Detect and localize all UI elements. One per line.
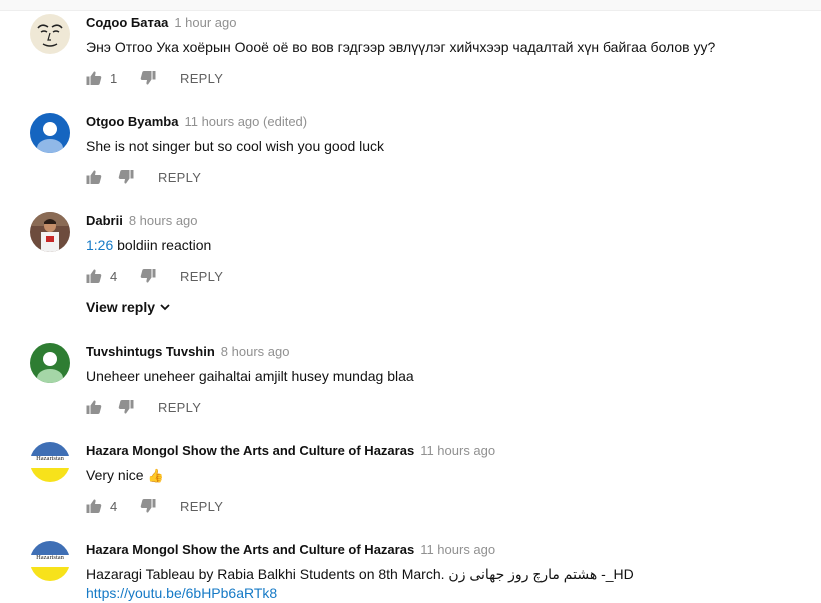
comment-text-body: boldiin reaction: [113, 237, 212, 253]
timestamp-link[interactable]: 1:26: [86, 237, 113, 253]
thumbs-down-icon[interactable]: [118, 399, 134, 415]
thumbs-up-icon[interactable]: [86, 70, 102, 86]
comment-time[interactable]: 11 hours ago: [420, 542, 495, 557]
thumbs-up-icon[interactable]: [86, 169, 102, 185]
reply-button[interactable]: REPLY: [180, 499, 223, 514]
comment-text-body: Very nice: [86, 467, 148, 483]
comment-text: Энэ Отгоо Ука хоёрын Оооё оё во вов гэдг…: [86, 39, 716, 55]
comment-text: Hazaragi Tableau by Rabia Balkhi Student…: [86, 566, 634, 582]
view-reply-button[interactable]: View reply: [86, 299, 171, 315]
view-reply-label: View reply: [86, 299, 156, 315]
comment-time[interactable]: 11 hours ago: [420, 443, 495, 458]
thumbs-down-icon[interactable]: [140, 498, 156, 514]
edited-label: (edited): [263, 114, 308, 129]
comment-author[interactable]: Содоо Батаа: [86, 15, 168, 30]
comment-time[interactable]: 1 hour ago: [174, 15, 236, 30]
comment-author[interactable]: Hazara Mongol Show the Arts and Culture …: [86, 542, 414, 557]
thumbs-down-icon[interactable]: [118, 169, 134, 185]
comment-text: She is not singer but so cool wish you g…: [86, 138, 385, 154]
thumbs-down-icon[interactable]: [140, 70, 156, 86]
comment-thread: Otgoo Byamba 11 hours ago (edited) She is…: [0, 109, 821, 208]
thumbs-down-icon[interactable]: [140, 268, 156, 284]
comment-author[interactable]: Dabrii: [86, 213, 123, 228]
reply-button[interactable]: REPLY: [180, 269, 223, 284]
comment-author[interactable]: Otgoo Byamba: [86, 114, 178, 129]
comment-thread: Hazaristan Hazara Mongol Show the Arts a…: [0, 438, 821, 537]
comment-actions: 1 REPLY: [86, 68, 223, 88]
comment-thread: Содоо Батаа 1 hour ago Энэ Отгоо Ука хоёр…: [0, 10, 821, 109]
thumbs-up-icon[interactable]: [86, 399, 102, 415]
reply-button[interactable]: REPLY: [158, 400, 201, 415]
reply-button[interactable]: REPLY: [158, 170, 201, 185]
comment-thread: Tuvshintugs Tuvshin 8 hours ago Uneheer u…: [0, 339, 821, 438]
comment-time[interactable]: 8 hours ago: [129, 213, 198, 228]
comment-link-line: https://youtu.be/6bHPb6aRTk8: [86, 583, 277, 603]
like-count: 4: [110, 268, 118, 284]
hazaristan-logo-avatar-icon[interactable]: [30, 442, 70, 482]
comment-time[interactable]: 11 hours ago: [184, 114, 259, 129]
comment-actions: REPLY: [86, 167, 201, 187]
drawn-face-avatar-icon[interactable]: [30, 14, 70, 54]
avatar-logo-text: Hazaristan: [36, 554, 64, 561]
thumbs-up-emoji: 👍: [147, 468, 164, 483]
comment-time[interactable]: 8 hours ago: [221, 344, 290, 359]
like-count: 4: [110, 498, 118, 514]
default-user-avatar-icon[interactable]: [30, 113, 70, 153]
comment-actions: 4 REPLY: [86, 266, 223, 286]
comment-author[interactable]: Tuvshintugs Tuvshin: [86, 344, 215, 359]
comment-thread: Hazaristan Hazara Mongol Show the Arts a…: [0, 537, 821, 601]
comment-text: Uneheer uneheer gaihaltai amjilt husey m…: [86, 368, 414, 384]
avatar-logo-text: Hazaristan: [36, 455, 64, 462]
comment-actions: 4 REPLY: [86, 496, 223, 516]
comment-actions: REPLY: [86, 397, 201, 417]
comment-thread: Dabrii 8 hours ago 1:26 boldiin reaction …: [0, 208, 821, 307]
thumbs-up-icon[interactable]: [86, 268, 102, 284]
photo-avatar-icon[interactable]: [30, 212, 70, 252]
reply-button[interactable]: REPLY: [180, 71, 223, 86]
comment-author[interactable]: Hazara Mongol Show the Arts and Culture …: [86, 443, 414, 458]
comment-text: 1:26 boldiin reaction: [86, 235, 211, 255]
hazaristan-logo-avatar-icon[interactable]: [30, 541, 70, 581]
chevron-down-icon: [160, 304, 170, 311]
comment-text: Very nice 👍: [86, 465, 164, 486]
thumbs-up-icon[interactable]: [86, 498, 102, 514]
like-count: 1: [110, 70, 118, 86]
default-user-avatar-icon[interactable]: [30, 343, 70, 383]
